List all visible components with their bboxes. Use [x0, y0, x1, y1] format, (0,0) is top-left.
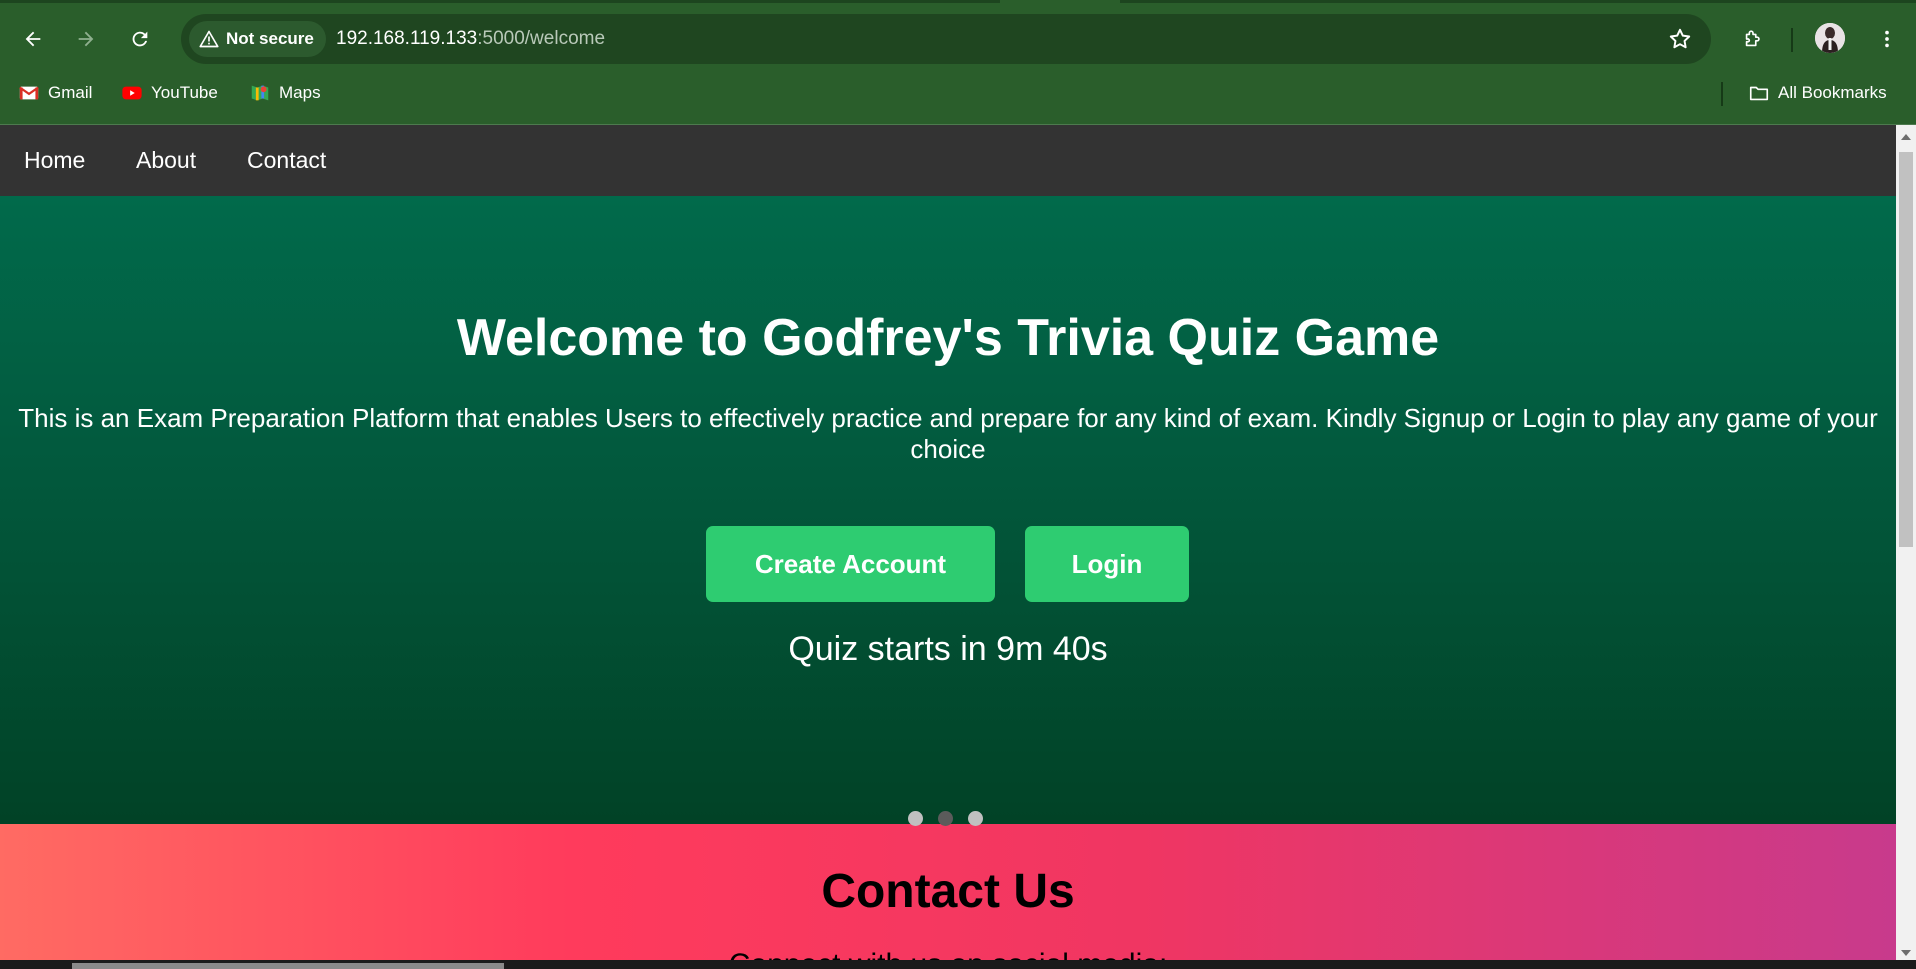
scrollbar-thumb[interactable]: [1899, 152, 1913, 547]
hero-section: Welcome to Godfrey's Trivia Quiz Game Th…: [0, 196, 1896, 824]
bookmark-gmail[interactable]: Gmail: [18, 79, 92, 107]
hero-title: Welcome to Godfrey's Trivia Quiz Game: [456, 309, 1440, 367]
bookmark-label: Gmail: [48, 83, 93, 102]
bookmarks-bar: Gmail YouTube Maps All Bookmarks: [0, 76, 1916, 110]
url-path: :5000/welcome: [477, 28, 606, 49]
forward-button[interactable]: [66, 19, 106, 59]
folder-icon: [1749, 86, 1769, 101]
back-button[interactable]: [13, 19, 53, 59]
all-bookmarks-button[interactable]: All Bookmarks: [1748, 79, 1887, 107]
extensions-button[interactable]: [1733, 19, 1773, 59]
nav-link-home[interactable]: Home: [24, 147, 85, 174]
scroll-down-arrow-icon[interactable]: [1901, 950, 1911, 956]
tab-strip-edge: [0, 0, 1000, 3]
bookmark-star-icon[interactable]: [1667, 26, 1693, 52]
profile-picture-icon: [1815, 23, 1845, 53]
security-label: Not secure: [226, 29, 314, 48]
nav-link-about[interactable]: About: [136, 147, 196, 174]
login-button[interactable]: Login: [1025, 526, 1189, 602]
reload-button[interactable]: [120, 19, 160, 59]
bookmark-label: Maps: [279, 83, 321, 102]
warning-triangle-icon: [199, 30, 219, 48]
carousel-dot[interactable]: [908, 811, 923, 826]
browser-menu-button[interactable]: [1867, 19, 1907, 59]
url-host: 192.168.119.133: [336, 28, 478, 49]
contact-title: Contact Us: [821, 865, 1075, 918]
browser-chrome: Not secure 192.168.119.133:5000/welcome: [0, 0, 1916, 125]
hero-description: This is an Exam Preparation Platform tha…: [18, 403, 1878, 464]
carousel-dot-active[interactable]: [938, 811, 953, 826]
puzzle-piece-icon: [1745, 30, 1760, 47]
social-media-text: Connect with us on social media:: [0, 948, 1896, 960]
bookmark-maps[interactable]: Maps: [249, 79, 321, 107]
reload-icon: [132, 31, 148, 47]
quiz-countdown: Quiz starts in 9m 40s: [788, 630, 1108, 668]
forward-arrow-icon: [78, 31, 94, 47]
bookmarks-divider: [1721, 82, 1723, 106]
horizontal-scrollbar-thumb[interactable]: [72, 963, 504, 969]
carousel-dot[interactable]: [968, 811, 983, 826]
contact-section: Contact Us Connect with us on social med…: [0, 824, 1896, 960]
web-page: Home About Contact Welcome to Godfrey's …: [0, 125, 1896, 960]
toolbar-divider: [1791, 28, 1793, 52]
tab-strip-edge: [1120, 0, 1916, 3]
profile-avatar[interactable]: [1815, 23, 1845, 53]
gmail-icon: [19, 86, 39, 100]
youtube-icon: [122, 86, 142, 100]
nav-link-contact[interactable]: Contact: [247, 147, 326, 174]
maps-icon: [251, 85, 269, 101]
kebab-menu-icon: [1885, 30, 1889, 48]
site-navbar: Home About Contact: [0, 125, 1896, 196]
vertical-scrollbar[interactable]: [1896, 125, 1916, 960]
back-arrow-icon: [25, 31, 41, 47]
all-bookmarks-label: All Bookmarks: [1778, 83, 1887, 102]
bookmark-youtube[interactable]: YouTube: [121, 79, 218, 107]
security-indicator[interactable]: Not secure: [189, 21, 326, 57]
browser-toolbar: Not secure 192.168.119.133:5000/welcome: [0, 14, 1916, 64]
address-bar[interactable]: Not secure 192.168.119.133:5000/welcome: [181, 14, 1711, 64]
carousel-indicators: [908, 811, 983, 826]
url-text[interactable]: 192.168.119.133:5000/welcome: [336, 28, 605, 50]
bookmark-label: YouTube: [151, 83, 218, 102]
scroll-up-arrow-icon[interactable]: [1901, 134, 1911, 140]
create-account-button[interactable]: Create Account: [706, 526, 995, 602]
